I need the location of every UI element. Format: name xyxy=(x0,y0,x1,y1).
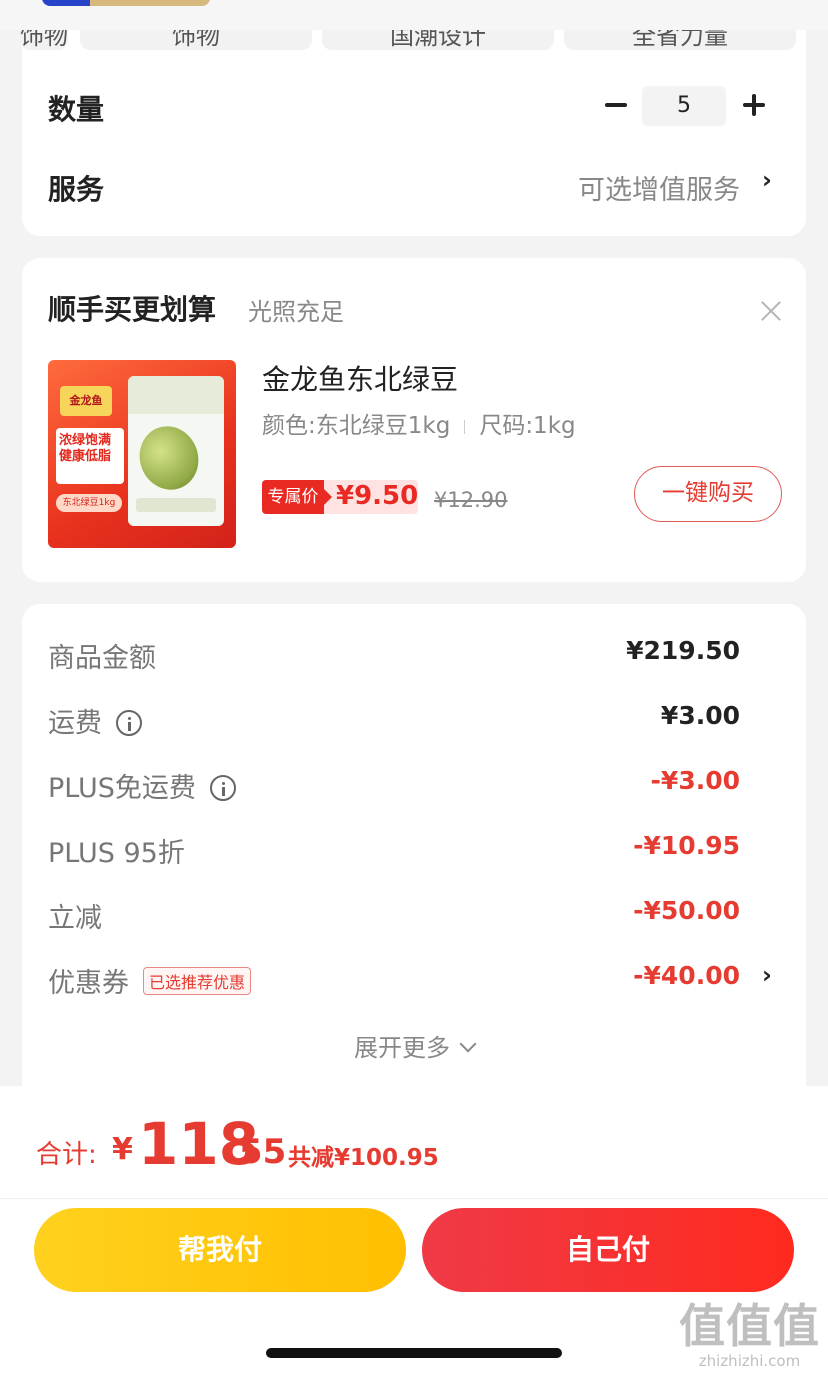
original-price: ¥12.90 xyxy=(434,488,508,512)
quantity-input[interactable]: 5 xyxy=(642,86,726,126)
bundle-title: 顺手买更划算 xyxy=(48,293,217,326)
close-icon[interactable] xyxy=(760,300,782,322)
info-icon[interactable] xyxy=(116,710,142,736)
spec-chip[interactable]: 饰物 xyxy=(20,30,68,50)
amount-value: -¥10.95 xyxy=(633,831,740,860)
quantity-increase-button[interactable] xyxy=(740,90,770,120)
amount-label: PLUS 95折 xyxy=(48,838,185,869)
amount-label: 立减 xyxy=(48,903,102,934)
amount-label: 运费 xyxy=(48,708,102,739)
chevron-right-icon[interactable]: › xyxy=(762,961,772,989)
home-indicator[interactable] xyxy=(266,1348,562,1358)
amount-label-wrap: 优惠券 已选推荐优惠 xyxy=(48,961,252,1000)
brand-logo: 金龙鱼 xyxy=(60,386,112,416)
product-name[interactable]: 金龙鱼东北绿豆 xyxy=(262,358,458,398)
total-decimal: .55 xyxy=(226,1132,287,1172)
amount-label: PLUS免运费 xyxy=(48,773,196,804)
amount-row: PLUS免运费 -¥3.00 xyxy=(22,766,806,806)
amount-row: 商品金额 ¥219.50 xyxy=(22,636,806,676)
product-package xyxy=(128,376,224,526)
exclusive-price-tag: 专属价 xyxy=(262,480,332,514)
spec-chip[interactable]: 饰物 xyxy=(80,30,312,50)
watermark-logo: 值值值 xyxy=(679,1299,820,1353)
service-value[interactable]: 可选增值服务 xyxy=(578,168,740,207)
expand-more-label: 展开更多 xyxy=(354,1034,450,1062)
spec-chip[interactable]: 全省力量 xyxy=(564,30,796,50)
info-icon[interactable] xyxy=(209,775,236,801)
expand-more-button[interactable]: 展开更多 xyxy=(22,1028,806,1063)
amount-value: ¥3.00 xyxy=(660,701,740,730)
exclusive-price: ¥9.50 xyxy=(336,481,419,511)
service-label: 服务 xyxy=(48,173,105,206)
amount-card: 商品金额 ¥219.50 运费 ¥3.00 PLUS免运费 -¥3.00 PLU… xyxy=(22,604,806,1104)
coupon-row[interactable]: 优惠券 已选推荐优惠 -¥40.00 › xyxy=(22,961,806,1001)
size-attribute: 尺码:1kg xyxy=(479,413,576,439)
amount-value: ¥219.50 xyxy=(626,636,740,665)
total-label: 合计: xyxy=(36,1140,97,1170)
options-card: 饰物 饰物 国潮设计 全省力量 数量 5 服务 可选增值服务 › xyxy=(20,30,806,236)
product-attributes: 颜色:东北绿豆1kg 尺码:1kg xyxy=(262,406,576,440)
chevron-right-icon[interactable]: › xyxy=(762,166,772,194)
amount-value: -¥50.00 xyxy=(633,896,740,925)
amount-row: 运费 ¥3.00 xyxy=(22,701,806,741)
bundle-card: 顺手买更划算 光照充足 金龙鱼 浓绿饱满 健康低脂 东北绿豆1kg 金龙鱼东北绿… xyxy=(22,258,806,582)
amount-label-wrap: 运费 xyxy=(48,701,142,740)
spec-chip[interactable]: 国潮设计 xyxy=(322,30,554,50)
spec-chip-row: 饰物 饰物 国潮设计 全省力量 xyxy=(20,30,806,50)
quantity-decrease-button[interactable] xyxy=(602,90,632,120)
mung-bean-graphic xyxy=(130,418,208,498)
product-slogan: 浓绿饱满 健康低脂 xyxy=(56,428,124,484)
product-thumbnail xyxy=(42,0,210,6)
amount-label-wrap: PLUS免运费 xyxy=(48,766,236,805)
top-bar xyxy=(0,0,828,30)
total-savings: 共减¥100.95 xyxy=(288,1145,439,1171)
exclusive-price-box: 专属价 ¥9.50 xyxy=(262,480,418,514)
amount-row: PLUS 95折 -¥10.95 xyxy=(22,831,806,871)
watermark: 值值值 zhizhizhi.com xyxy=(679,1290,820,1370)
amount-value: -¥3.00 xyxy=(650,766,740,795)
one-click-buy-button[interactable]: 一键购买 xyxy=(634,466,782,522)
bundle-subtitle: 光照充足 xyxy=(248,298,344,326)
amount-label: 优惠券 xyxy=(48,968,129,999)
total-currency: ¥ xyxy=(112,1132,133,1167)
color-attribute: 颜色:东北绿豆1kg xyxy=(262,413,451,439)
amount-value: -¥40.00 xyxy=(633,961,740,990)
coupon-badge: 已选推荐优惠 xyxy=(143,967,252,995)
self-pay-button[interactable]: 自己付 xyxy=(422,1208,794,1292)
amount-row: 立减 -¥50.00 xyxy=(22,896,806,936)
help-pay-button[interactable]: 帮我付 xyxy=(34,1208,406,1292)
amount-label: 商品金额 xyxy=(48,643,156,674)
chevron-down-icon xyxy=(459,1035,477,1053)
watermark-url: zhizhizhi.com xyxy=(698,1352,801,1370)
product-image[interactable]: 金龙鱼 浓绿饱满 健康低脂 东北绿豆1kg xyxy=(48,360,236,548)
divider xyxy=(0,1198,828,1199)
quantity-label: 数量 xyxy=(48,93,105,126)
product-tag: 东北绿豆1kg xyxy=(56,494,122,512)
